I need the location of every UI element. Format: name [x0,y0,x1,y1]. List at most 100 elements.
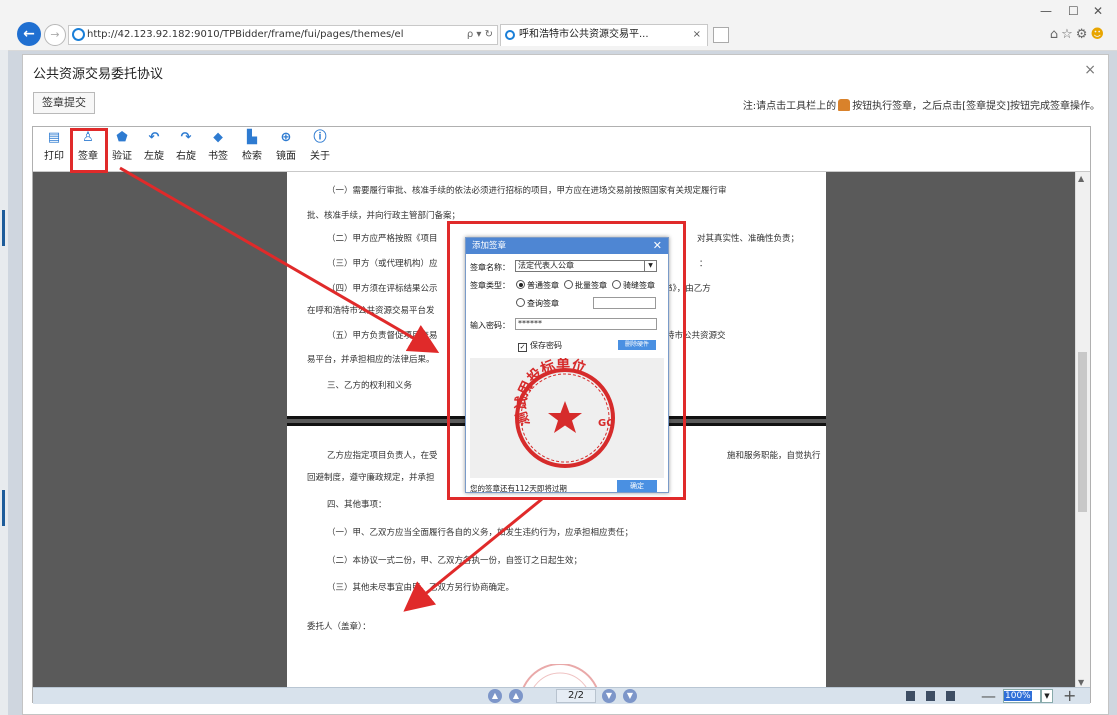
ie-icon [72,28,85,41]
document-text-line: （三）其他未尽事宜由甲、乙双方另行协商确定。 [327,583,515,593]
document-text-line: ： [699,259,708,269]
signature-name-select[interactable]: 法定代表人公章 ▼ [515,260,657,272]
dialog-close-icon[interactable]: × [1084,62,1096,78]
password-field[interactable]: ****** [515,318,657,330]
toolbar-stamp-button[interactable]: ♙ 签章 [73,131,103,163]
background-page-strip [0,50,8,715]
window-close-button[interactable]: ✕ [1093,4,1103,18]
password-label: 输入密码： [470,321,510,330]
toolbar-label: 书签 [208,151,228,162]
modal-title: 添加签章 [472,241,507,251]
stamp-icon [838,99,851,111]
new-tab-button[interactable] [713,27,729,43]
background-mark [2,490,5,526]
dialog-title: 公共资源交易委托协议 [33,67,164,82]
toolbar-label: 签章 [78,151,98,162]
toolbar-zoom-button[interactable]: ⊕ 镜面 [271,130,301,163]
confirm-button[interactable]: 确定 [617,480,657,492]
expiry-notice: 您的签章还有112天即将过期 [470,484,567,493]
document-text-line: （二）本协议一式二份，甲、乙双方各执一份，自签订之日起生效； [327,556,583,566]
minimize-button[interactable]: — [1040,4,1052,18]
signature-name-value: 法定代表人公章 [518,261,574,270]
maximize-button[interactable]: ☐ [1068,4,1079,18]
radio-seam-signature[interactable]: 骑缝签章 [612,280,655,291]
document-text-line: 委托人（盖章）： [307,622,371,632]
next-page-icon[interactable]: ▼ [602,689,616,703]
tab-favicon-icon [505,30,515,40]
toolbar-label: 验证 [112,151,132,162]
document-text-line: 在呼和浩特市公共资源交易平台发 [307,306,435,316]
radio-label: 骑缝签章 [623,281,655,290]
rotate-right-icon: ↷ [180,130,192,145]
document-text-line: 乙方应指定项目负责人，在受 [327,451,438,461]
seal-preview: 测试用投标单位 GC [470,356,664,478]
document-text-line: （一）需要履行审批、核准手续的依法必须进行招标的项目，甲方应在进场交易前按照国家… [327,186,727,196]
browser-tab[interactable]: 呼和浩特市公共资源交易平... × [500,24,708,46]
print-icon: ▤ [47,130,61,145]
radio-query-signature[interactable]: 查询签章 [516,298,559,309]
browser-toolbar: ← → http://42.123.92.182:9010/TPBidder/f… [0,0,1117,51]
document-text-line: 批、核准手续，并向行政主管部门备案； [307,211,461,221]
double-page-icon[interactable] [926,691,935,701]
document-text-line: 施和服务职能，自觉执行 [727,451,821,461]
bookmark-icon: ⬥ [213,130,223,145]
info-icon: ⓘ [313,130,327,145]
shield-icon: ⬟ [116,130,128,145]
page-indicator[interactable]: 2/2 [556,689,596,703]
address-bar[interactable]: http://42.123.92.182:9010/TPBidder/frame… [68,25,498,45]
toolbar-label: 打印 [44,151,64,162]
single-page-icon[interactable] [906,691,915,701]
modal-close-icon[interactable]: ✕ [653,238,662,254]
note-text-before: 注:请点击工具栏上的 [742,101,837,112]
document-text-line: 易平台，并承担相应的法律后果。 [307,355,435,365]
continuous-page-icon[interactable] [946,691,955,701]
toolbar-rotate-right-button[interactable]: ↷ 右旋 [171,130,201,163]
zoom-select[interactable]: 100% [1003,689,1041,703]
toolbar-shield-button[interactable]: ⬟ 验证 [107,130,137,163]
smiley-icon[interactable]: ☻ [1090,27,1107,42]
toolbar-bookmark-button[interactable]: ⬥ 书签 [203,130,233,163]
scroll-down-icon[interactable]: ▼ [1078,678,1084,687]
toolbar-print-button[interactable]: ▤ 打印 [39,130,69,163]
zoom-out-button[interactable]: — [981,687,996,705]
radio-label: 普通签章 [527,281,559,290]
address-controls[interactable]: ρ ▾ ↻ [467,26,493,44]
radio-icon [612,280,621,289]
zoom-in-button[interactable]: + [1063,686,1076,705]
modal-header: 添加签章 ✕ [466,238,668,254]
prev-page-icon[interactable]: ▲ [509,689,523,703]
last-page-icon[interactable]: ▼ [623,689,637,703]
browser-toolbar-icons[interactable]: ⌂☆⚙☻ [1050,27,1107,42]
first-page-icon[interactable]: ▲ [488,689,502,703]
seal-text: 测试用投标单位 [512,356,588,428]
delete-hardware-button[interactable]: 删除硬件 [618,340,656,350]
signature-submit-button[interactable]: 签章提交 [33,92,95,114]
save-password-checkbox[interactable]: ✓ 保存密码 [518,340,562,352]
search-doc-icon: ▙ [247,130,257,145]
save-password-label: 保存密码 [530,341,562,350]
home-star-gear-icon[interactable]: ⌂☆⚙ [1050,27,1091,42]
chevron-down-icon[interactable]: ▼ [644,261,656,271]
radio-normal-signature[interactable]: 普通签章 [516,280,559,291]
toolbar-search-doc-button[interactable]: ▙ 检索 [237,130,267,163]
seal-side-text: GC [598,418,614,429]
toolbar-label: 关于 [310,151,330,162]
document-text-line: （一）甲、乙双方应当全面履行各自的义务，如发生违约行为，应承担相应责任； [327,528,634,538]
radio-label: 查询签章 [527,299,559,308]
zoom-icon: ⊕ [280,130,292,145]
background-mark [2,210,5,246]
vertical-scrollbar[interactable]: ▲ ▼ [1075,172,1090,689]
zoom-dropdown-icon[interactable]: ▼ [1041,689,1053,703]
document-text-line: （二）甲方应严格按照《项目 [327,234,438,244]
toolbar-info-button[interactable]: ⓘ 关于 [305,130,335,163]
scroll-thumb[interactable] [1078,352,1087,512]
toolbar-rotate-left-button[interactable]: ↶ 左旋 [139,131,169,163]
radio-batch-signature[interactable]: 批量签章 [564,280,607,291]
back-button[interactable]: ← [17,22,41,46]
document-text-line: （五）甲方负责督促项目交易 [327,331,438,341]
forward-button[interactable]: → [44,24,66,46]
tab-close-icon[interactable]: × [693,25,701,45]
note-text-after: 按钮执行签章，之后点击[签章提交]按钮完成签章操作。 [852,101,1100,112]
query-input[interactable] [593,297,656,309]
scroll-up-icon[interactable]: ▲ [1078,174,1084,183]
